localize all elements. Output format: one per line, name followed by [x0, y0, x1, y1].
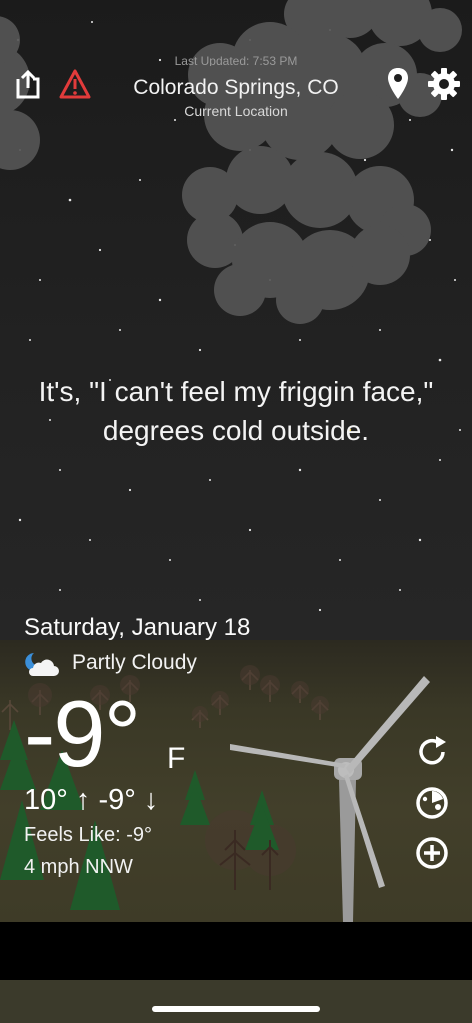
bottom-bar	[0, 922, 472, 980]
temperature-unit[interactable]: F	[167, 742, 185, 776]
high-low-temperature: 10° ↑ -9° ↓	[24, 784, 159, 816]
home-area	[0, 980, 472, 1023]
location-subtitle: Current Location	[184, 103, 288, 119]
location-pin-icon[interactable]	[385, 66, 411, 102]
gear-icon[interactable]	[426, 66, 462, 102]
weather-message: It's, "I can't feel my friggin face," de…	[38, 376, 434, 446]
condition-text: Partly Cloudy	[72, 651, 197, 674]
location-title[interactable]: Colorado Springs, CO	[110, 76, 362, 100]
current-date: Saturday, January 18	[24, 614, 251, 641]
feels-like-text: Feels Like: -9°	[24, 824, 153, 846]
home-indicator[interactable]	[152, 1006, 320, 1012]
partly-cloudy-night-icon	[24, 650, 60, 678]
current-temperature: -9°	[24, 681, 141, 786]
radar-icon[interactable]	[414, 785, 450, 821]
clouds-decoration	[0, 0, 462, 324]
add-location-icon[interactable]	[414, 835, 450, 871]
warning-triangle-icon[interactable]	[58, 68, 92, 100]
share-icon[interactable]	[12, 68, 44, 102]
last-updated-text: Last Updated: 7:53 PM	[174, 56, 298, 66]
wind-text: 4 mph NNW	[24, 856, 133, 878]
refresh-icon[interactable]	[414, 734, 450, 770]
